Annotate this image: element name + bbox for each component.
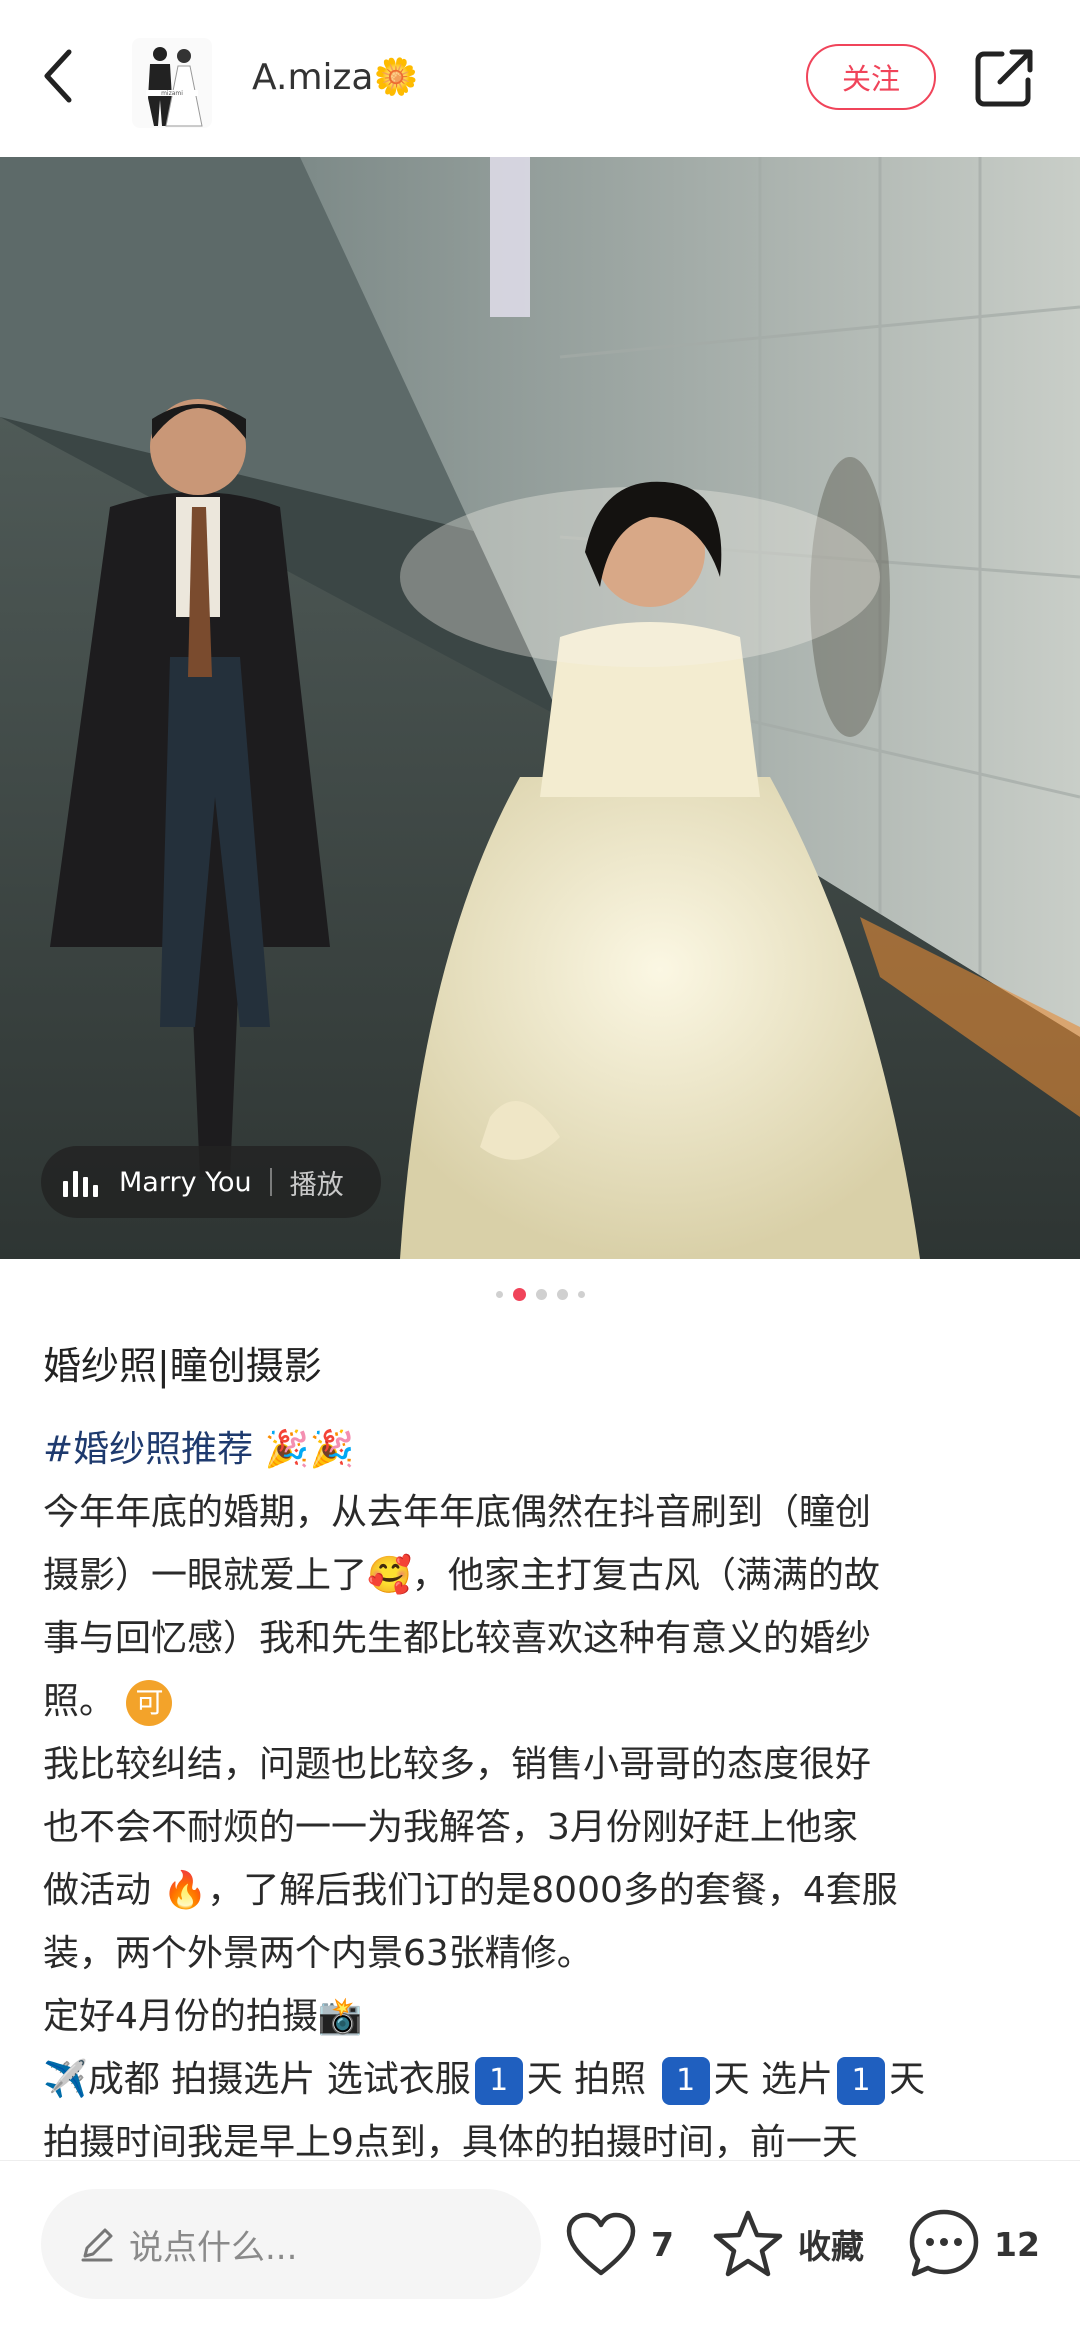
post-body: #婚纱照推荐 🎉🎉 今年年底的婚期，从去年年底偶然在抖音刷到（瞳创 摄影）一眼就… (43, 1418, 1043, 2174)
fire-emoji: 🔥 (162, 1870, 208, 1911)
sound-bars-icon (63, 1171, 98, 1197)
back-button[interactable] (30, 40, 86, 112)
body-text-segment: 天 选片 (713, 2059, 834, 2100)
body-line: 照。 可 (43, 1670, 1043, 1733)
body-text-segment: 天 (889, 2059, 926, 2100)
hashtag-link[interactable]: #婚纱照推荐 (43, 1429, 253, 1470)
body-line: 事与回忆感）我和先生都比较喜欢这种有意义的婚纱 (43, 1618, 872, 1659)
image-pagination (0, 1287, 1080, 1301)
song-title: Marry You (119, 1166, 252, 1198)
body-line: 摄影）一眼就爱上了🥰，他家主打复古风（满满的故 (43, 1544, 1043, 1607)
ke-emoji-badge: 可 (126, 1680, 173, 1726)
number-one-badge: 1 (661, 2057, 710, 2105)
body-line: ✈️成都 拍摄选片 选试衣服 1 天 拍照 1天 选片 1 天 (43, 2048, 1043, 2111)
comment-bubble-icon (909, 2209, 979, 2277)
body-text-segment: 成都 拍摄选片 选试衣服 (87, 2059, 471, 2100)
body-text-segment: ，了解后我们订的是8000多的套餐，4套服 (207, 1870, 898, 1911)
avatar[interactable]: mizami (132, 38, 212, 128)
page-dot-active (512, 1287, 526, 1301)
music-pill[interactable]: Marry You 播放 (41, 1146, 381, 1218)
body-text-segment: 定好4月份的拍摄 (43, 1996, 318, 2037)
airplane-emoji: ✈️ (43, 2059, 88, 2100)
chevron-left-icon (44, 49, 72, 103)
body-line: 也不会不耐烦的一一为我解答，3月份刚好赶上他家 (43, 1807, 858, 1848)
share-icon (975, 49, 1033, 107)
heart-icon (566, 2212, 636, 2276)
comment-input[interactable]: 说点什么... (41, 2189, 541, 2299)
body-line: 我比较纠结，问题也比较多，销售小哥哥的态度很好 (43, 1744, 872, 1785)
body-line: 定好4月份的拍摄📸 (43, 1985, 1043, 2048)
follow-button[interactable]: 关注 (806, 44, 936, 110)
body-text-segment: 天 拍照 (526, 2059, 658, 2100)
page-dot (535, 1288, 547, 1300)
post-photo[interactable] (0, 157, 1080, 1259)
party-emoji: 🎉🎉 (264, 1429, 355, 1470)
body-line: 装，两个外景两个内景63张精修。 (43, 1933, 593, 1974)
body-text-segment: ，他家主打复古风（满满的故 (411, 1555, 880, 1596)
share-button[interactable] (972, 46, 1036, 110)
star-icon (713, 2210, 783, 2277)
smile-emoji: 🥰 (367, 1555, 412, 1596)
body-line: 今年年底的婚期，从去年年底偶然在抖音刷到（瞳创 (43, 1492, 872, 1533)
body-text-segment: 做活动 (43, 1870, 163, 1911)
comment-placeholder: 说点什么... (129, 2227, 298, 2268)
bottom-action-bar: 说点什么... 7 收藏 12 (0, 2160, 1080, 2328)
pencil-icon (81, 2228, 113, 2262)
couple-avatar-icon: mizami (146, 47, 203, 127)
page-dot (556, 1288, 568, 1300)
body-text-segment: 摄影）一眼就爱上了 (43, 1555, 368, 1596)
number-one-badge: 1 (837, 2057, 886, 2105)
camera-emoji: 📸 (317, 1996, 363, 2037)
body-text-segment: 照。 (43, 1681, 116, 1722)
page-dot (495, 1290, 503, 1298)
pill-divider (269, 1168, 272, 1196)
like-count: 7 (651, 2224, 674, 2264)
author-name[interactable]: A.miza🌼 (252, 52, 418, 104)
wedding-photo-image (0, 157, 1080, 1259)
collect-button[interactable]: 收藏 (712, 2201, 864, 2287)
number-one-badge: 1 (474, 2057, 523, 2105)
collect-label: 收藏 (798, 2227, 864, 2266)
top-bar: mizami A.miza🌼 关注 (0, 0, 1080, 157)
body-line: 做活动 🔥，了解后我们订的是8000多的套餐，4套服 (43, 1859, 1043, 1922)
body-line: #婚纱照推荐 🎉🎉 (43, 1418, 1043, 1481)
play-label[interactable]: 播放 (290, 1163, 344, 1202)
comment-button[interactable]: 12 (908, 2201, 1040, 2287)
comment-count: 12 (994, 2224, 1040, 2264)
like-button[interactable]: 7 (565, 2201, 674, 2287)
page-dot (577, 1290, 585, 1298)
svg-text:mizami: mizami (161, 90, 183, 97)
post-title: 婚纱照|瞳创摄影 (43, 1344, 322, 1388)
